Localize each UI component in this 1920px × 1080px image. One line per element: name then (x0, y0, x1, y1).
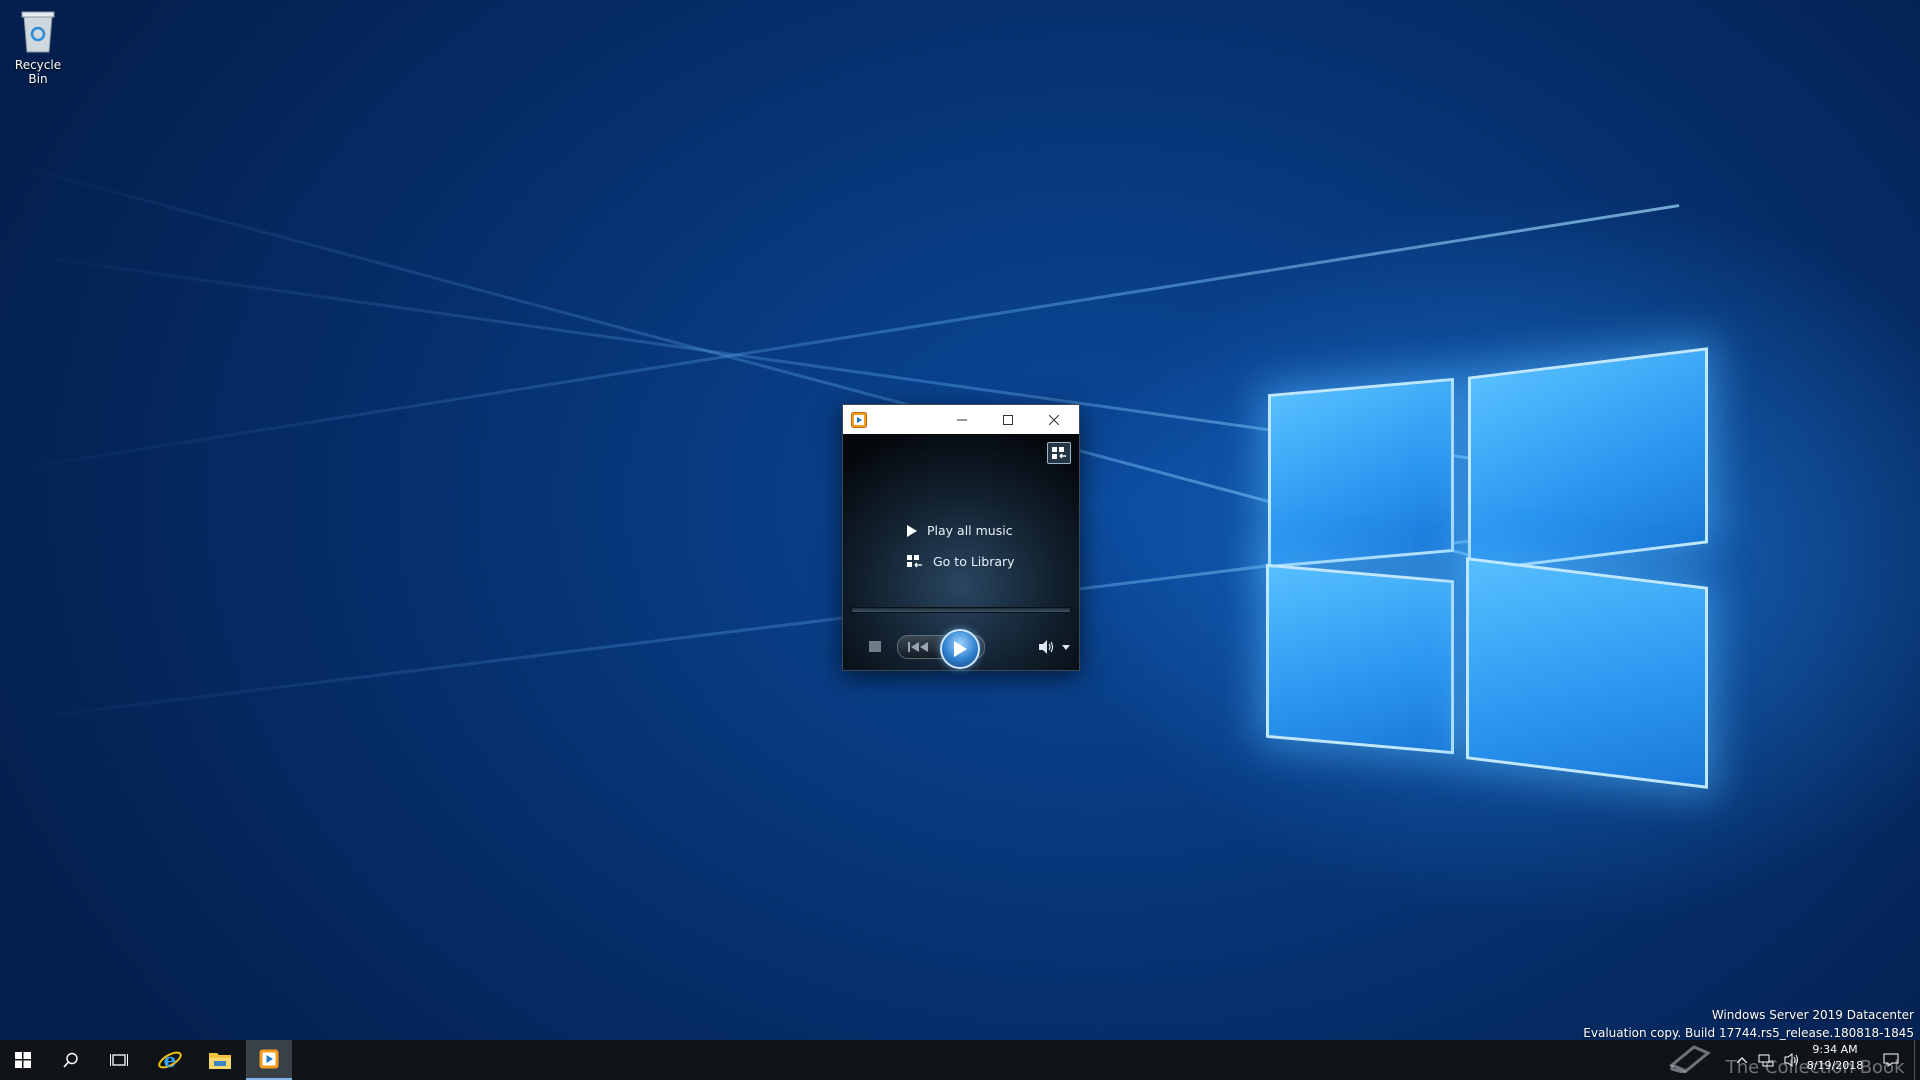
minimize-icon (957, 419, 967, 420)
chevron-down-icon (1062, 644, 1070, 650)
minimize-button[interactable] (939, 405, 985, 434)
recycle-bin-icon (18, 6, 58, 54)
search-button[interactable] (48, 1040, 94, 1080)
desktop-icon-label: Recycle Bin (14, 58, 62, 86)
search-icon (63, 1052, 78, 1068)
previous-icon[interactable] (908, 641, 930, 653)
task-view-icon (110, 1054, 128, 1066)
file-explorer-button[interactable] (196, 1040, 244, 1080)
seek-bar[interactable] (851, 607, 1071, 613)
maximize-icon (1003, 414, 1013, 425)
book-icon (1668, 1043, 1712, 1078)
task-view-button[interactable] (96, 1040, 142, 1080)
volume-button[interactable] (1038, 639, 1054, 655)
close-icon (1049, 414, 1059, 425)
player-body: Play all music Go to Library (843, 435, 1079, 670)
go-to-library-label: Go to Library (933, 554, 1015, 569)
file-explorer-icon (209, 1053, 231, 1069)
logo-pane (1268, 377, 1454, 569)
logo-pane (1468, 347, 1708, 573)
start-button[interactable] (0, 1040, 46, 1080)
media-player-taskbar-button[interactable] (246, 1040, 292, 1080)
internet-explorer-button[interactable]: e (146, 1040, 194, 1080)
svg-text:e: e (164, 1048, 177, 1072)
media-player-window[interactable]: Play all music Go to Library (842, 404, 1080, 671)
go-to-library-link[interactable]: Go to Library (907, 554, 1015, 569)
library-grid-icon (1052, 447, 1066, 459)
play-all-music-link[interactable]: Play all music (907, 523, 1013, 538)
overlay-text: The Collection Book (1725, 1057, 1905, 1078)
media-player-icon (259, 1049, 279, 1069)
logo-pane (1466, 557, 1708, 789)
switch-to-library-button[interactable] (1047, 442, 1071, 464)
play-icon (954, 641, 967, 657)
maximize-button[interactable] (985, 405, 1031, 434)
overlay-watermark: The Collection Book (1668, 1043, 1905, 1078)
evaluation-watermark: Windows Server 2019 Datacenter Evaluatio… (1583, 1006, 1914, 1042)
watermark-edition: Windows Server 2019 Datacenter (1711, 1008, 1914, 1022)
library-icon (907, 554, 922, 567)
stop-button[interactable] (869, 641, 881, 652)
taskbar: e 9:34 AM 8/19/2018 (0, 1040, 1920, 1080)
logo-pane (1266, 563, 1454, 755)
windows-start-icon (15, 1052, 31, 1068)
volume-icon (1039, 640, 1054, 654)
play-all-music-label: Play all music (927, 523, 1013, 538)
play-button[interactable] (940, 629, 980, 669)
play-icon (907, 524, 917, 537)
close-button[interactable] (1031, 405, 1077, 434)
media-player-icon (851, 411, 867, 428)
title-bar[interactable] (843, 405, 1079, 434)
internet-explorer-icon: e (158, 1048, 182, 1072)
show-desktop-button[interactable] (1914, 1040, 1920, 1080)
volume-menu-button[interactable] (1061, 642, 1071, 652)
desktop-icon-recycle-bin[interactable]: Recycle Bin (4, 6, 72, 86)
playback-controls (843, 627, 1079, 669)
